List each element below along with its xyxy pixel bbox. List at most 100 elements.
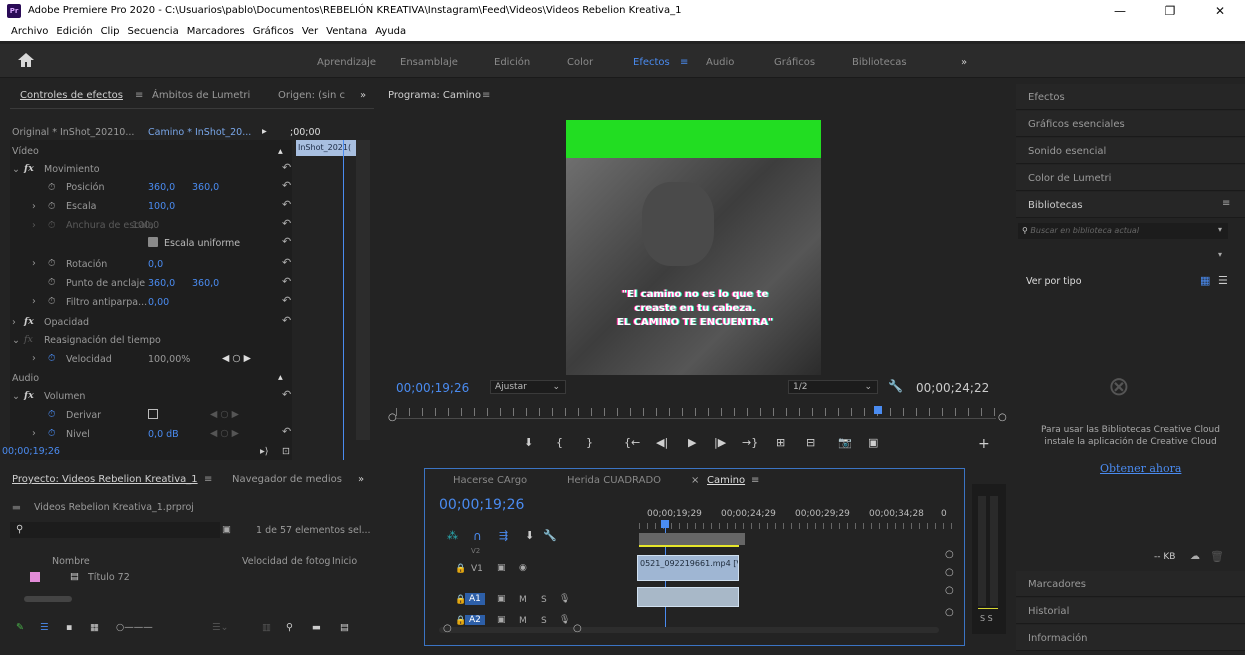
playhead-marker[interactable] xyxy=(874,406,882,414)
automate-icon[interactable]: ▥ xyxy=(262,622,271,633)
menu-archivo[interactable]: Archivo xyxy=(11,26,48,37)
fit-dropdown[interactable]: Ajustar ⌄ xyxy=(490,380,566,394)
stopwatch-icon[interactable]: ⏱ xyxy=(48,182,55,193)
minimize-button[interactable]: — xyxy=(1105,3,1135,19)
timeline-timecode[interactable]: 00;00;19;26 xyxy=(439,497,524,513)
source-clip-dropdown[interactable]: Original * InShot_20210... xyxy=(12,127,134,138)
position-y-value[interactable]: 360,0 xyxy=(192,182,219,193)
reset-icon[interactable]: ↶ xyxy=(282,161,291,174)
column-frame-rate[interactable]: Velocidad de fotog xyxy=(242,556,330,567)
icon-view-icon[interactable]: ▪ xyxy=(66,622,72,633)
timeline-ruler[interactable] xyxy=(639,523,959,529)
workspace-more-icon[interactable]: » xyxy=(961,57,967,68)
menu-graficos[interactable]: Gráficos xyxy=(253,26,294,37)
mute-a2-button[interactable]: M xyxy=(519,616,527,626)
workspace-menu-icon[interactable]: ≡ xyxy=(680,57,688,68)
chevron-down-icon[interactable]: ▾ xyxy=(1218,250,1222,259)
stopwatch-icon[interactable]: ⏱ xyxy=(48,258,55,269)
stopwatch-icon[interactable]: ⏱ xyxy=(48,296,55,307)
sync-lock-icon[interactable]: ▣ xyxy=(497,594,506,604)
reset-icon[interactable]: ↶ xyxy=(282,314,291,327)
freeform-view-icon[interactable]: ▦ xyxy=(90,622,99,633)
stopwatch-icon[interactable]: ⏱ xyxy=(48,428,55,439)
add-button-icon[interactable]: + xyxy=(978,436,990,452)
keyframe-nav-icon[interactable]: ◀ ○ ▶ xyxy=(222,353,251,364)
track-a2-label[interactable]: A2 xyxy=(465,615,485,625)
menu-ver[interactable]: Ver xyxy=(302,26,318,37)
menu-marcadores[interactable]: Marcadores xyxy=(187,26,245,37)
tab-project[interactable]: Proyecto: Videos Rebelion Kreativa_1 xyxy=(12,474,198,485)
menu-secuencia[interactable]: Secuencia xyxy=(127,26,178,37)
add-marker-icon[interactable]: ⬇ xyxy=(525,529,534,542)
zoom-slider[interactable]: ○——— xyxy=(116,622,153,633)
workspace-bibliotecas[interactable]: Bibliotecas xyxy=(852,57,907,68)
panel-essential-graphics[interactable]: Gráficos esenciales xyxy=(1016,111,1245,137)
close-button[interactable]: ✕ xyxy=(1205,3,1235,19)
track-a1-label[interactable]: A1 xyxy=(465,593,485,605)
stopwatch-icon[interactable]: ⏱ xyxy=(48,201,55,212)
panel-history[interactable]: Historial xyxy=(1016,598,1245,624)
tab-sequence-hacerse-cargo[interactable]: Hacerse CArgo xyxy=(453,475,527,486)
reset-icon[interactable]: ↶ xyxy=(282,294,291,307)
tab-source[interactable]: Origen: (sin c xyxy=(278,90,345,101)
workspace-edicion[interactable]: Edición xyxy=(494,57,530,68)
tab-effect-controls-menu[interactable]: ≡ xyxy=(135,90,143,101)
menu-ventana[interactable]: Ventana xyxy=(326,26,367,37)
zoom-handle-right[interactable]: ○ xyxy=(998,412,1007,423)
lock-icon[interactable]: 🔒 xyxy=(455,564,466,574)
panel-more-icon[interactable]: » xyxy=(360,90,366,101)
sort-icon[interactable]: ☰⌄ xyxy=(212,622,228,633)
panel-effects[interactable]: Efectos xyxy=(1016,84,1245,110)
view-by-type-dropdown[interactable]: Ver por tipo xyxy=(1026,276,1082,287)
grid-view-icon[interactable]: ▦ xyxy=(1200,274,1210,287)
export-frame-icon[interactable]: ⊡ xyxy=(282,446,290,457)
tab-media-browser[interactable]: Navegador de medios xyxy=(232,474,342,485)
play-icon[interactable]: ▶ xyxy=(688,436,696,449)
go-to-in-icon[interactable]: {← xyxy=(624,436,640,449)
microphone-icon[interactable]: 🎙 xyxy=(559,594,570,604)
comparison-view-icon[interactable]: ▣ xyxy=(868,436,878,449)
panel-libraries[interactable]: Bibliotecas xyxy=(1016,192,1245,218)
wrench-icon[interactable]: 🔧 xyxy=(888,379,903,393)
new-bin-icon[interactable]: ▬ xyxy=(312,622,321,633)
maximize-button[interactable]: ❐ xyxy=(1155,3,1185,19)
extract-icon[interactable]: ⊟ xyxy=(806,436,815,449)
go-to-out-icon[interactable]: →} xyxy=(742,436,758,449)
linked-selection-icon[interactable]: ∩ xyxy=(473,529,482,543)
insert-sequence-icon[interactable]: ⇶ xyxy=(499,529,508,542)
reset-icon[interactable]: ↶ xyxy=(282,425,291,438)
step-back-icon[interactable]: ◀| xyxy=(656,436,668,449)
program-timeruler[interactable] xyxy=(396,408,996,416)
video-clip[interactable]: 0521_092219661.mp4 [V xyxy=(637,555,739,581)
tab-sequence-camino[interactable]: Camino xyxy=(707,475,745,486)
panel-essential-sound[interactable]: Sonido esencial xyxy=(1016,138,1245,164)
step-forward-icon[interactable]: |▶ xyxy=(714,436,726,449)
anchor-y-value[interactable]: 360,0 xyxy=(192,278,219,289)
play-clip-icon[interactable]: ▸ xyxy=(262,126,267,137)
new-search-bin-icon[interactable]: ▣ xyxy=(222,524,231,535)
position-x-value[interactable]: 360,0 xyxy=(148,182,175,193)
track-v1-label[interactable]: V1 xyxy=(471,564,483,574)
reset-icon[interactable]: ↶ xyxy=(282,217,291,230)
list-view-icon[interactable]: ☰ xyxy=(40,622,49,633)
libraries-menu-icon[interactable]: ≡ xyxy=(1222,198,1230,209)
panel-markers[interactable]: Marcadores xyxy=(1016,571,1245,597)
solo-buttons[interactable]: S S xyxy=(980,614,993,623)
opacity-expand-icon[interactable]: › xyxy=(12,317,16,328)
get-now-link[interactable]: Obtener ahora xyxy=(1100,462,1181,475)
cloud-sync-icon[interactable]: ☁ xyxy=(1190,551,1200,562)
bypass-checkbox[interactable] xyxy=(148,409,158,419)
timeline-playhead-marker[interactable] xyxy=(661,520,669,528)
reset-icon[interactable]: ↶ xyxy=(282,235,291,248)
snap-icon[interactable]: ⁂ xyxy=(447,529,458,542)
menu-clip[interactable]: Clip xyxy=(101,26,120,37)
stopwatch-icon[interactable]: ⏱ xyxy=(48,277,55,288)
panel-more-icon[interactable]: » xyxy=(358,474,364,485)
scroll-handle[interactable]: ○ xyxy=(945,549,954,560)
menu-edicion[interactable]: Edición xyxy=(56,26,92,37)
chevron-down-icon[interactable]: ▾ xyxy=(1218,225,1222,234)
list-view-icon[interactable]: ☰ xyxy=(1218,274,1228,287)
scroll-handle[interactable]: ○ xyxy=(945,567,954,578)
fx-icon[interactable]: fx xyxy=(24,390,34,401)
zoom-handle-right[interactable]: ○ xyxy=(573,623,582,634)
